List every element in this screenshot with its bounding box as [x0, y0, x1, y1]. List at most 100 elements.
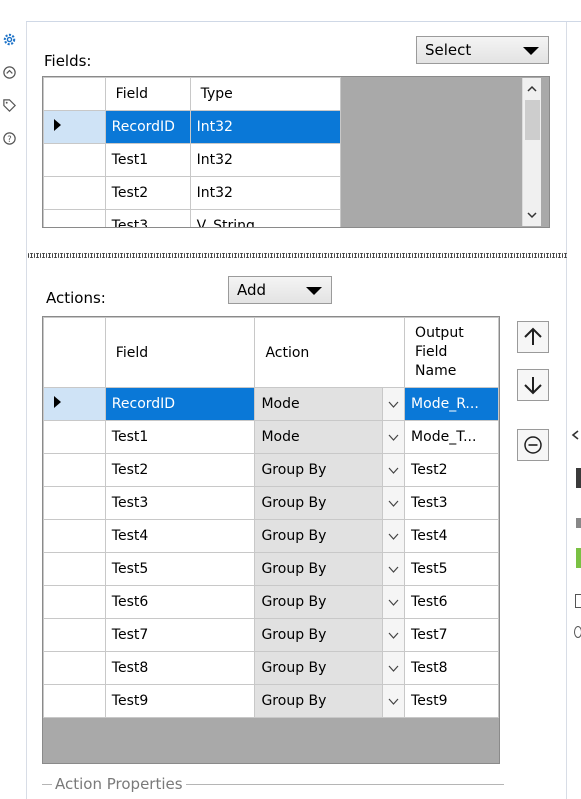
field-cell[interactable]: Test2	[104, 176, 191, 210]
row-header[interactable]	[43, 585, 106, 619]
table-row[interactable]: Test2 Group By Test2	[43, 453, 499, 487]
move-down-button[interactable]	[517, 369, 549, 401]
field-cell[interactable]: Test3	[104, 209, 191, 227]
output-field-name-cell[interactable]: Mode_T...	[404, 420, 499, 454]
field-cell[interactable]: Test1	[104, 420, 256, 454]
action-dropdown-cell[interactable]: Group By	[254, 651, 406, 685]
type-cell[interactable]: Int32	[189, 110, 342, 144]
action-dropdown-button[interactable]	[382, 520, 404, 552]
table-row[interactable]: Test1 Mode Mode_T...	[43, 420, 499, 454]
actions-grid[interactable]: Field Action Output Field Name RecordID M…	[42, 316, 500, 764]
action-dropdown-button[interactable]	[382, 454, 404, 486]
table-row[interactable]: Test5 Group By Test5	[43, 552, 499, 586]
action-dropdown-cell[interactable]: Group By	[254, 585, 406, 619]
row-header[interactable]	[43, 387, 106, 421]
current-row-icon	[54, 396, 61, 408]
row-header-corner	[43, 317, 106, 388]
gear-icon[interactable]	[1, 31, 18, 48]
help-icon[interactable]: ?	[1, 130, 18, 147]
table-row[interactable]: Test3 V_String	[43, 209, 342, 227]
action-dropdown-cell[interactable]: Group By	[254, 453, 406, 487]
action-dropdown-button[interactable]	[382, 619, 404, 651]
row-header[interactable]	[43, 209, 106, 227]
row-header[interactable]	[43, 453, 106, 487]
output-field-name-cell[interactable]: Mode_R...	[404, 387, 499, 421]
action-dropdown-button[interactable]	[382, 487, 404, 519]
fields-grid[interactable]: Field Type RecordID Int32 Test1 Int32 Te…	[42, 76, 550, 228]
add-dropdown-button[interactable]: Add	[228, 276, 332, 304]
field-cell[interactable]: Test5	[104, 552, 256, 586]
action-dropdown-button[interactable]	[382, 586, 404, 618]
action-dropdown-cell[interactable]: Group By	[254, 486, 406, 520]
type-cell[interactable]: Int32	[189, 143, 342, 177]
action-dropdown-cell[interactable]: Mode	[254, 387, 406, 421]
column-header-field[interactable]: Field	[104, 77, 191, 111]
row-header[interactable]	[43, 651, 106, 685]
row-header[interactable]	[43, 143, 106, 177]
chevron-left-icon[interactable]	[571, 430, 580, 440]
action-dropdown-button[interactable]	[382, 421, 404, 453]
scroll-down-icon[interactable]	[527, 210, 537, 220]
row-header[interactable]	[43, 519, 106, 553]
action-dropdown-button[interactable]	[382, 553, 404, 585]
table-row[interactable]: RecordID Mode Mode_R...	[43, 387, 499, 421]
type-cell[interactable]: V_String	[189, 209, 342, 227]
action-dropdown-cell[interactable]: Group By	[254, 618, 406, 652]
column-header-type[interactable]: Type	[189, 77, 342, 111]
table-row[interactable]: Test9 Group By Test9	[43, 684, 499, 718]
output-field-name-cell[interactable]: Test8	[404, 651, 499, 685]
action-dropdown-cell[interactable]: Group By	[254, 552, 406, 586]
fields-vertical-scrollbar[interactable]	[522, 78, 541, 226]
row-header[interactable]	[43, 486, 106, 520]
tag-icon[interactable]	[1, 97, 18, 114]
row-header[interactable]	[43, 110, 106, 144]
table-row[interactable]: Test8 Group By Test8	[43, 651, 499, 685]
table-row[interactable]: Test3 Group By Test3	[43, 486, 499, 520]
action-dropdown-cell[interactable]: Group By	[254, 684, 406, 718]
table-row[interactable]: Test6 Group By Test6	[43, 585, 499, 619]
table-row[interactable]: Test1 Int32	[43, 143, 342, 177]
column-header-action[interactable]: Action	[254, 317, 406, 388]
action-dropdown-cell[interactable]: Group By	[254, 519, 406, 553]
field-cell[interactable]: RecordID	[104, 387, 256, 421]
field-cell[interactable]: Test7	[104, 618, 256, 652]
field-cell[interactable]: RecordID	[104, 110, 191, 144]
action-dropdown-button[interactable]	[382, 652, 404, 684]
field-cell[interactable]: Test6	[104, 585, 256, 619]
reset-icon[interactable]	[1, 64, 18, 81]
scrollbar-thumb[interactable]	[525, 100, 540, 140]
field-cell[interactable]: Test3	[104, 486, 256, 520]
type-cell[interactable]: Int32	[189, 176, 342, 210]
output-field-name-cell[interactable]: Test6	[404, 585, 499, 619]
row-header[interactable]	[43, 618, 106, 652]
action-dropdown-cell[interactable]: Mode	[254, 420, 406, 454]
row-header[interactable]	[43, 552, 106, 586]
remove-button[interactable]	[517, 429, 549, 461]
field-cell[interactable]: Test2	[104, 453, 256, 487]
move-up-button[interactable]	[517, 321, 549, 353]
output-field-name-cell[interactable]: Test9	[404, 684, 499, 718]
select-dropdown-button[interactable]: Select	[416, 36, 549, 64]
table-row[interactable]: Test2 Int32	[43, 176, 342, 210]
output-field-name-cell[interactable]: Test4	[404, 519, 499, 553]
output-field-name-cell[interactable]: Test3	[404, 486, 499, 520]
table-row[interactable]: Test7 Group By Test7	[43, 618, 499, 652]
output-field-name-cell[interactable]: Test7	[404, 618, 499, 652]
table-row[interactable]: RecordID Int32	[43, 110, 342, 144]
action-dropdown-button[interactable]	[382, 388, 404, 420]
column-header-field[interactable]: Field	[104, 317, 256, 388]
row-header[interactable]	[43, 420, 106, 454]
field-cell[interactable]: Test9	[104, 684, 256, 718]
scroll-up-icon[interactable]	[527, 84, 537, 94]
action-dropdown-button[interactable]	[382, 685, 404, 717]
panel-splitter[interactable]	[28, 253, 567, 258]
field-cell[interactable]: Test4	[104, 519, 256, 553]
table-row[interactable]: Test4 Group By Test4	[43, 519, 499, 553]
row-header[interactable]	[43, 684, 106, 718]
row-header[interactable]	[43, 176, 106, 210]
field-cell[interactable]: Test1	[104, 143, 191, 177]
field-cell[interactable]: Test8	[104, 651, 256, 685]
output-field-name-cell[interactable]: Test5	[404, 552, 499, 586]
column-header-output-field-name[interactable]: Output Field Name	[404, 317, 499, 388]
output-field-name-cell[interactable]: Test2	[404, 453, 499, 487]
